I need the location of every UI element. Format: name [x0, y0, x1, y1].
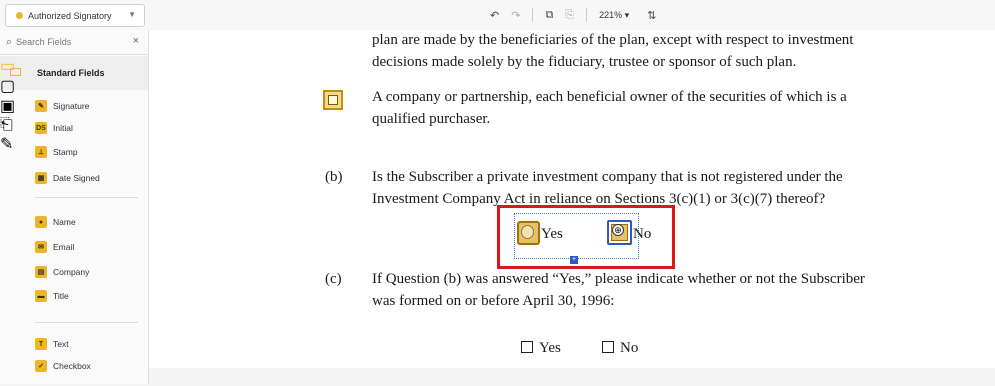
field-name[interactable]: ● Name: [35, 215, 76, 229]
field-label: Title: [53, 291, 69, 301]
signer-label: Authorized Signatory: [28, 10, 112, 21]
checkbox-field[interactable]: [323, 90, 343, 110]
search-bar[interactable]: ⌕ Search Fields ×: [0, 30, 148, 55]
section-title: Standard Fields: [37, 68, 105, 78]
bottom-fade: [149, 368, 995, 384]
field-company[interactable]: ▤ Company: [35, 265, 89, 279]
field-label: Stamp: [53, 147, 78, 157]
zoom-select[interactable]: 221% ▾: [599, 10, 629, 21]
close-icon[interactable]: ×: [133, 35, 139, 47]
building-icon: ▤: [35, 266, 47, 278]
item-b-label: (b): [325, 169, 343, 185]
item-c-label: (c): [325, 271, 342, 287]
edit-tools: ↶ ↷ ⧉ ⎘ 221% ▾ ⇅: [490, 3, 668, 27]
person-icon: ●: [35, 216, 47, 228]
field-label: Initial: [53, 123, 73, 133]
signature-icon: ✎: [35, 100, 47, 112]
document-page: plan are made by the beneficiaries of th…: [149, 30, 995, 384]
field-label: Name: [53, 217, 76, 227]
pen-icon[interactable]: ✎: [0, 136, 13, 153]
toolbar-divider: [586, 8, 588, 22]
copy-icon[interactable]: ⧉: [545, 9, 553, 22]
comment-icon[interactable]: ▢: [0, 78, 15, 95]
search-icon: ⌕: [6, 35, 13, 48]
field-title[interactable]: ▬ Title: [35, 289, 69, 303]
field-label: Text: [53, 339, 69, 349]
signer-dropdown[interactable]: Authorized Signatory ▼: [5, 4, 145, 27]
divider: [35, 322, 138, 323]
divider: [35, 197, 138, 198]
field-label: Email: [53, 242, 75, 252]
signer-color-dot: [16, 12, 23, 19]
item-c-line2: was formed on or before April 30, 1996:: [372, 293, 615, 309]
field-checkbox[interactable]: ✓ Checkbox: [35, 359, 91, 373]
title-icon: ▬: [35, 290, 47, 302]
para2-line1: A company or partnership, each beneficia…: [372, 89, 847, 105]
chevron-down-icon: ▼: [128, 10, 136, 19]
stamp-icon: ⊥: [35, 146, 47, 158]
sort-icon[interactable]: ⇅: [647, 9, 656, 22]
recipients-icon[interactable]: ⎗: [0, 116, 13, 133]
highlight-frame: [497, 205, 675, 269]
field-label: Company: [53, 267, 90, 277]
field-initial[interactable]: DS Initial: [35, 121, 73, 135]
item-c-line1: If Question (b) was answered “Yes,” plea…: [372, 271, 865, 287]
printed-no-label: No: [620, 340, 639, 356]
field-signature[interactable]: ✎ Signature: [35, 99, 89, 113]
email-icon: ✉: [35, 241, 47, 253]
text-icon: T: [35, 338, 47, 350]
printed-yes-label: Yes: [539, 340, 561, 356]
checkbox-square: [602, 341, 614, 353]
para1-line1: plan are made by the beneficiaries of th…: [372, 32, 854, 48]
initial-icon: DS: [35, 122, 47, 134]
para1-line2: decisions made solely by the fiduciary, …: [372, 54, 797, 70]
field-date-signed[interactable]: ▦ Date Signed: [35, 171, 100, 185]
field-email[interactable]: ✉ Email: [35, 240, 74, 254]
paste-icon[interactable]: ⎘: [565, 9, 574, 22]
field-label: Signature: [53, 101, 90, 111]
field-text[interactable]: T Text: [35, 337, 69, 351]
printed-checkbox-yes: Yes: [521, 340, 561, 357]
checkbox-icon: ✓: [35, 360, 47, 372]
left-rail: ▭ ▢ ▣ ⎗ ✎: [0, 56, 27, 386]
field-label: Checkbox: [53, 361, 91, 371]
pages-icon[interactable]: ▣: [0, 98, 15, 115]
checkbox-square: [521, 341, 533, 353]
field-label: Date Signed: [53, 173, 100, 183]
printed-checkbox-no: No: [602, 340, 638, 357]
calendar-icon: ▦: [35, 172, 47, 184]
toolbar-divider: [532, 8, 534, 22]
redo-icon[interactable]: ↷: [511, 9, 520, 22]
para2-line2: qualified purchaser.: [372, 111, 491, 127]
field-stamp[interactable]: ⊥ Stamp: [35, 145, 78, 159]
search-input[interactable]: Search Fields: [16, 37, 71, 47]
fields-tab-icon[interactable]: ▭: [0, 58, 15, 75]
item-b-line1: Is the Subscriber a private investment c…: [372, 169, 843, 185]
undo-icon[interactable]: ↶: [490, 9, 499, 22]
top-toolbar: Authorized Signatory ▼ ↶ ↷ ⧉ ⎘ 221% ▾ ⇅: [0, 0, 995, 31]
